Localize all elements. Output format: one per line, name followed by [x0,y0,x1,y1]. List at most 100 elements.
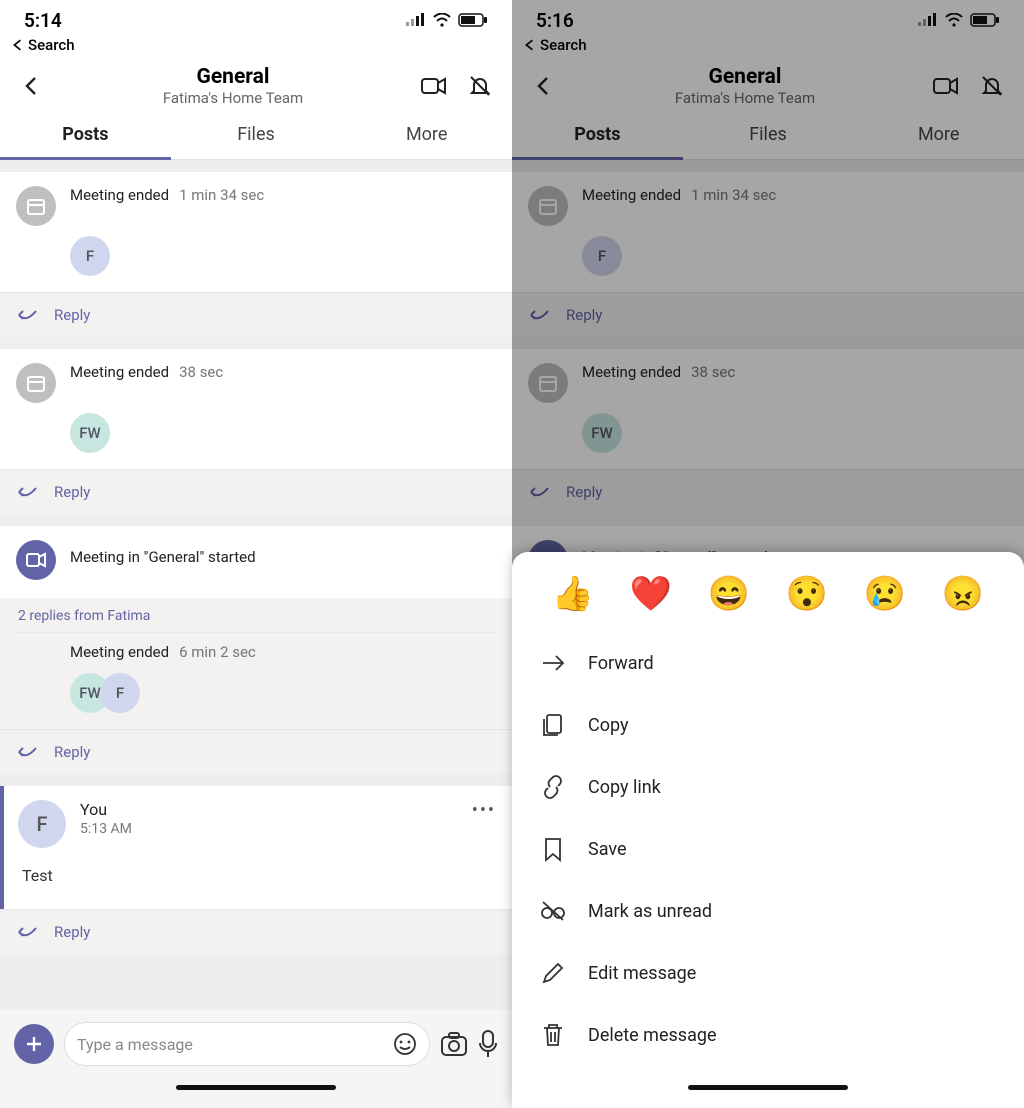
status-time: 5:16 [536,9,574,32]
tab-posts[interactable]: Posts [0,112,171,159]
mic-icon[interactable] [478,1030,498,1058]
reply-label: Reply [54,923,90,941]
glasses-off-icon [540,898,566,924]
tab-files[interactable]: Files [171,112,342,159]
wifi-icon [432,13,452,27]
reply-button[interactable]: Reply [0,292,512,337]
reply-label: Reply [54,306,90,324]
thread-summary[interactable]: 2 replies from Fatima [0,598,512,632]
video-button[interactable] [416,68,452,104]
reply-label: Reply [54,483,90,501]
arrow-right-icon [540,650,566,676]
message-context-sheet: 👍 ❤️ 😄 😯 😢 😠 Forward Copy Copy link Save… [512,552,1024,1108]
meeting-item: Meeting ended38 sec FW [512,349,1024,469]
calendar-icon [16,363,56,403]
meeting-thread: Meeting in "General" started 2 replies f… [0,526,512,729]
camera-icon[interactable] [440,1031,468,1057]
reaction-like[interactable]: 👍 [552,574,594,614]
message-body: Test [4,848,512,909]
status-indicators [406,13,488,27]
avatar: F [18,800,66,848]
tab-posts[interactable]: Posts [512,112,683,159]
back-label: Search [28,36,75,54]
channel-header: General Fatima's Home Team [512,60,1024,112]
edit-message-label: Edit message [588,963,696,984]
add-button[interactable] [14,1024,54,1064]
forward-item[interactable]: Forward [512,632,1024,694]
message-placeholder: Type a message [77,1035,383,1054]
meeting-duration: 38 sec [179,363,223,381]
meeting-text: Meeting ended [70,643,169,661]
reaction-laugh[interactable]: 😄 [708,574,750,614]
screenshot-right: 5:16 Search General Fatima's Home Team P… [512,0,1024,1108]
pencil-icon [540,960,566,986]
status-indicators [918,13,1000,27]
reaction-heart[interactable]: ❤️ [630,574,672,614]
status-bar: 5:14 [0,0,512,36]
tab-more[interactable]: More [853,112,1024,159]
copy-link-item[interactable]: Copy link [512,756,1024,818]
message-time: 5:13 AM [80,821,132,837]
trash-icon [540,1022,566,1048]
tab-more[interactable]: More [341,112,512,159]
copy-item[interactable]: Copy [512,694,1024,756]
sender-name: You [80,800,132,819]
reply-button[interactable]: Reply [0,469,512,514]
meeting-item: Meeting ended1 min 34 sec F [512,172,1024,292]
video-button[interactable] [928,68,964,104]
meeting-item: Meeting ended38 sec FW [0,349,512,469]
reaction-row: 👍 ❤️ 😄 😯 😢 😠 [512,568,1024,632]
status-time: 5:14 [24,9,62,32]
tabs: Posts Files More [512,112,1024,160]
meeting-duration: 1 min 34 sec [179,186,264,204]
notifications-button[interactable] [462,68,498,104]
avatar: F [70,236,110,276]
meeting-duration: 1 min 34 sec [691,186,776,204]
notifications-button[interactable] [974,68,1010,104]
calendar-icon [528,363,568,403]
message-more-icon[interactable]: ••• [472,800,496,821]
edit-message-item[interactable]: Edit message [512,942,1024,1004]
bookmark-icon [540,836,566,862]
back-to-search[interactable]: Search [0,36,512,60]
signal-icon [918,13,938,27]
reaction-sad[interactable]: 😢 [864,574,906,614]
back-button[interactable] [14,68,50,104]
reply-button[interactable]: Reply [512,469,1024,514]
reply-button[interactable]: Reply [512,292,1024,337]
home-indicator [512,1066,1024,1108]
home-indicator [0,1066,512,1108]
mark-unread-item[interactable]: Mark as unread [512,880,1024,942]
meeting-item: Meeting ended1 min 34 sec F [0,172,512,292]
avatar: FW [582,413,622,453]
reply-button[interactable]: Reply [0,729,512,774]
channel-subtitle: Fatima's Home Team [60,89,406,107]
channel-title: General [60,65,406,89]
emoji-icon[interactable] [393,1032,417,1056]
user-message[interactable]: F You 5:13 AM ••• Test [0,786,512,909]
channel-title: General [572,65,918,89]
reply-button[interactable]: Reply [0,909,512,954]
save-label: Save [588,839,627,860]
reaction-surprised[interactable]: 😯 [786,574,828,614]
copy-link-label: Copy link [588,777,661,798]
avatar: F [582,236,622,276]
meeting-text: Meeting ended [70,363,169,381]
delete-message-item[interactable]: Delete message [512,1004,1024,1066]
channel-subtitle: Fatima's Home Team [572,89,918,107]
back-button[interactable] [526,68,562,104]
channel-header: General Fatima's Home Team [0,60,512,112]
meeting-text: Meeting ended [582,363,681,381]
back-label: Search [540,36,587,54]
forward-label: Forward [588,653,654,674]
calendar-icon [528,186,568,226]
reply-label: Reply [566,306,602,324]
message-input[interactable]: Type a message [64,1022,430,1066]
reaction-angry[interactable]: 😠 [942,574,984,614]
tab-files[interactable]: Files [683,112,854,159]
signal-icon [406,13,426,27]
save-item[interactable]: Save [512,818,1024,880]
back-to-search[interactable]: Search [512,36,1024,60]
mark-unread-label: Mark as unread [588,901,712,922]
meeting-started-text: Meeting in "General" started [70,548,256,566]
